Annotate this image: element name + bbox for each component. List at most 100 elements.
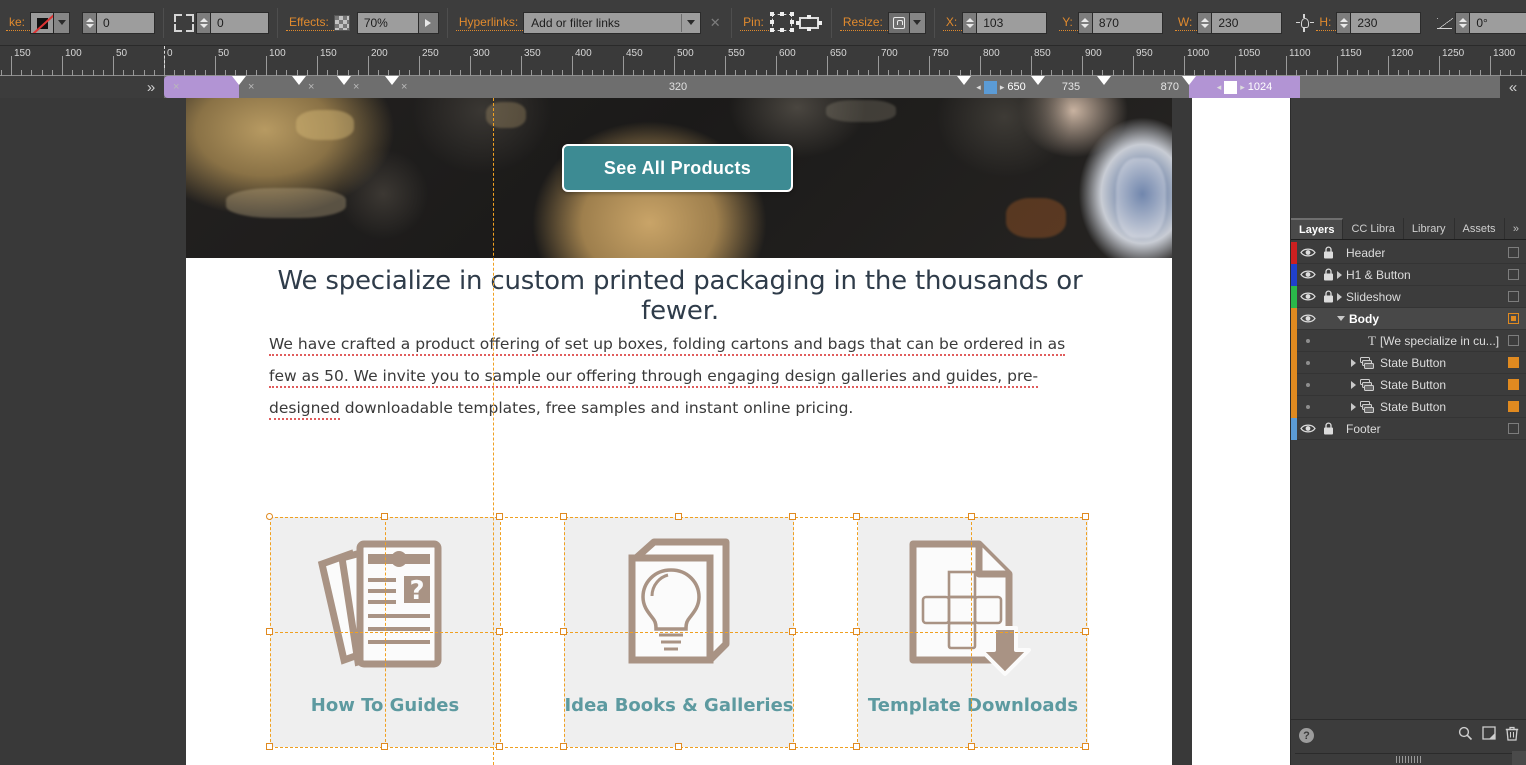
layer-row[interactable]: State Button	[1291, 373, 1526, 396]
tab-assets[interactable]: Assets	[1454, 218, 1505, 239]
layer-target-checkbox[interactable]	[1508, 313, 1519, 324]
layer-target-checkbox[interactable]	[1508, 335, 1519, 346]
x-input[interactable]: 103	[977, 11, 1048, 34]
corner-radius-stepper[interactable]	[196, 11, 212, 34]
clear-hyperlink-button[interactable]: ✕	[707, 15, 723, 31]
layer-target-checkbox[interactable]	[1508, 401, 1519, 412]
breakpoint-close-icon[interactable]: ×	[164, 81, 179, 93]
eye-icon[interactable]	[1297, 291, 1319, 302]
pin-corners-icon[interactable]	[769, 11, 795, 34]
x-stepper[interactable]	[962, 11, 978, 34]
breakpoint-scroll-right[interactable]: «	[1500, 76, 1526, 98]
window-resize-corner[interactable]	[1512, 751, 1526, 765]
h-input[interactable]: 230	[1351, 11, 1422, 34]
chevron-right-icon[interactable]	[1337, 292, 1342, 301]
chevron-right-icon[interactable]	[1337, 270, 1342, 279]
w-input[interactable]: 230	[1212, 11, 1283, 34]
stroke-width-stepper[interactable]	[82, 11, 98, 34]
y-stepper[interactable]	[1077, 11, 1093, 34]
stroke-color-dropdown[interactable]	[54, 11, 71, 34]
layer-row[interactable]: H1 & Button	[1291, 263, 1526, 286]
visibility-dot-icon[interactable]	[1297, 338, 1319, 343]
layer-row[interactable]: State Button	[1291, 395, 1526, 418]
breakpoint-segment-735[interactable]: 735	[1038, 76, 1104, 98]
corner-radius-input[interactable]: 0	[211, 11, 270, 34]
layer-target-checkbox[interactable]	[1508, 379, 1519, 390]
card-idea-books-galleries[interactable]: Idea Books & Galleries	[564, 517, 794, 747]
breakpoint-handle[interactable]	[1031, 76, 1045, 85]
breakpoint-handle[interactable]	[385, 76, 399, 85]
resize-lock-icon[interactable]	[887, 11, 910, 34]
breakpoint-segment-main[interactable]: × 320	[392, 76, 964, 98]
eye-icon[interactable]	[1297, 423, 1319, 434]
opacity-checker-icon[interactable]	[333, 14, 350, 31]
breakpoint-handle[interactable]	[292, 76, 306, 85]
web-page-preview[interactable]: See All Products We specialize in custom…	[186, 98, 1172, 765]
hyperlinks-combobox[interactable]: Add or filter links	[523, 11, 702, 34]
breakpoint-segment-650[interactable]: ◂ ▸ 650	[964, 76, 1038, 98]
h-stepper[interactable]	[1336, 11, 1352, 34]
see-all-products-button[interactable]: See All Products	[562, 144, 793, 192]
eye-icon[interactable]	[1297, 313, 1319, 324]
layer-target-checkbox[interactable]	[1508, 357, 1519, 368]
breakpoint-segment-1024[interactable]: ◂ ▸ 1024	[1189, 76, 1300, 98]
visibility-dot-icon[interactable]	[1297, 382, 1319, 387]
help-icon[interactable]: ?	[1299, 728, 1314, 743]
layer-row[interactable]: Footer	[1291, 417, 1526, 440]
tab-layers[interactable]: Layers	[1291, 218, 1344, 239]
layer-target-checkbox[interactable]	[1508, 423, 1519, 434]
resize-dropdown[interactable]	[909, 11, 926, 34]
lock-icon[interactable]	[1319, 290, 1337, 303]
horizontal-ruler[interactable]: 150 100 50 0 50 100 150 200 250 300 350 400 450 500 55…	[0, 46, 1526, 76]
layer-row[interactable]: State Button	[1291, 351, 1526, 374]
tab-overflow-icon[interactable]: »	[1504, 218, 1526, 239]
layer-row[interactable]: T [We specialize in cu...]	[1291, 329, 1526, 352]
delete-layer-icon[interactable]	[1505, 726, 1519, 746]
eye-icon[interactable]	[1297, 269, 1319, 280]
rotation-input[interactable]: 0°	[1470, 11, 1526, 34]
lock-icon[interactable]	[1319, 422, 1337, 435]
slideshow-hero-image[interactable]: See All Products	[186, 98, 1172, 258]
chevron-right-icon[interactable]	[1351, 358, 1356, 367]
breakpoint-track[interactable]: × × × × × 320 ◂ ▸ 650 735 870 ◂ ▸ 1024	[164, 76, 1500, 98]
breakpoint-scroll-left[interactable]: »	[138, 76, 164, 98]
tab-library[interactable]: Library	[1403, 218, 1455, 239]
effects-opacity-input[interactable]: 70%	[356, 11, 419, 34]
stroke-width-input[interactable]: 0	[97, 11, 156, 34]
eye-icon[interactable]	[1297, 247, 1319, 258]
constrain-proportions-icon[interactable]	[1294, 12, 1316, 34]
breakpoint-segment[interactable]: ×	[239, 76, 299, 98]
layer-target-checkbox[interactable]	[1508, 269, 1519, 280]
lock-icon[interactable]	[1319, 246, 1337, 259]
layer-target-checkbox[interactable]	[1508, 291, 1519, 302]
tab-cc-libraries[interactable]: CC Libra	[1343, 218, 1404, 239]
breakpoint-handle[interactable]	[957, 76, 971, 85]
breakpoint-handle[interactable]	[232, 76, 246, 85]
pin-sides-icon[interactable]	[795, 12, 823, 34]
lock-icon[interactable]	[1319, 268, 1337, 281]
effects-expand-button[interactable]	[418, 11, 439, 34]
w-stepper[interactable]	[1197, 11, 1213, 34]
chevron-right-icon[interactable]	[1351, 402, 1356, 411]
chevron-right-icon[interactable]	[1351, 380, 1356, 389]
breakpoint-handle[interactable]	[1097, 76, 1111, 85]
new-layer-icon[interactable]	[1482, 726, 1496, 745]
card-how-to-guides[interactable]: ? How To Guides	[270, 517, 500, 747]
layer-row[interactable]: Header	[1291, 241, 1526, 264]
breakpoint-segment-870[interactable]: 870	[1104, 76, 1189, 98]
layer-row[interactable]: Slideshow	[1291, 285, 1526, 308]
layer-row[interactable]: Body	[1291, 307, 1526, 330]
y-input[interactable]: 870	[1092, 11, 1163, 34]
card-template-downloads[interactable]: Template Downloads	[858, 517, 1088, 747]
visibility-dot-icon[interactable]	[1297, 404, 1319, 409]
layer-list[interactable]: Header H1 & Button Slideshow Body T [We speci…	[1291, 240, 1526, 719]
breakpoint-handle[interactable]	[1182, 76, 1196, 85]
layer-target-checkbox[interactable]	[1508, 247, 1519, 258]
panel-resize-grip[interactable]	[1295, 753, 1522, 765]
search-icon[interactable]	[1458, 726, 1473, 746]
chevron-down-icon[interactable]	[1337, 316, 1345, 321]
stroke-color-swatch[interactable]	[30, 11, 55, 34]
breakpoint-handle[interactable]	[337, 76, 351, 85]
breakpoint-segment-active[interactable]: ×	[164, 76, 239, 98]
visibility-dot-icon[interactable]	[1297, 360, 1319, 365]
